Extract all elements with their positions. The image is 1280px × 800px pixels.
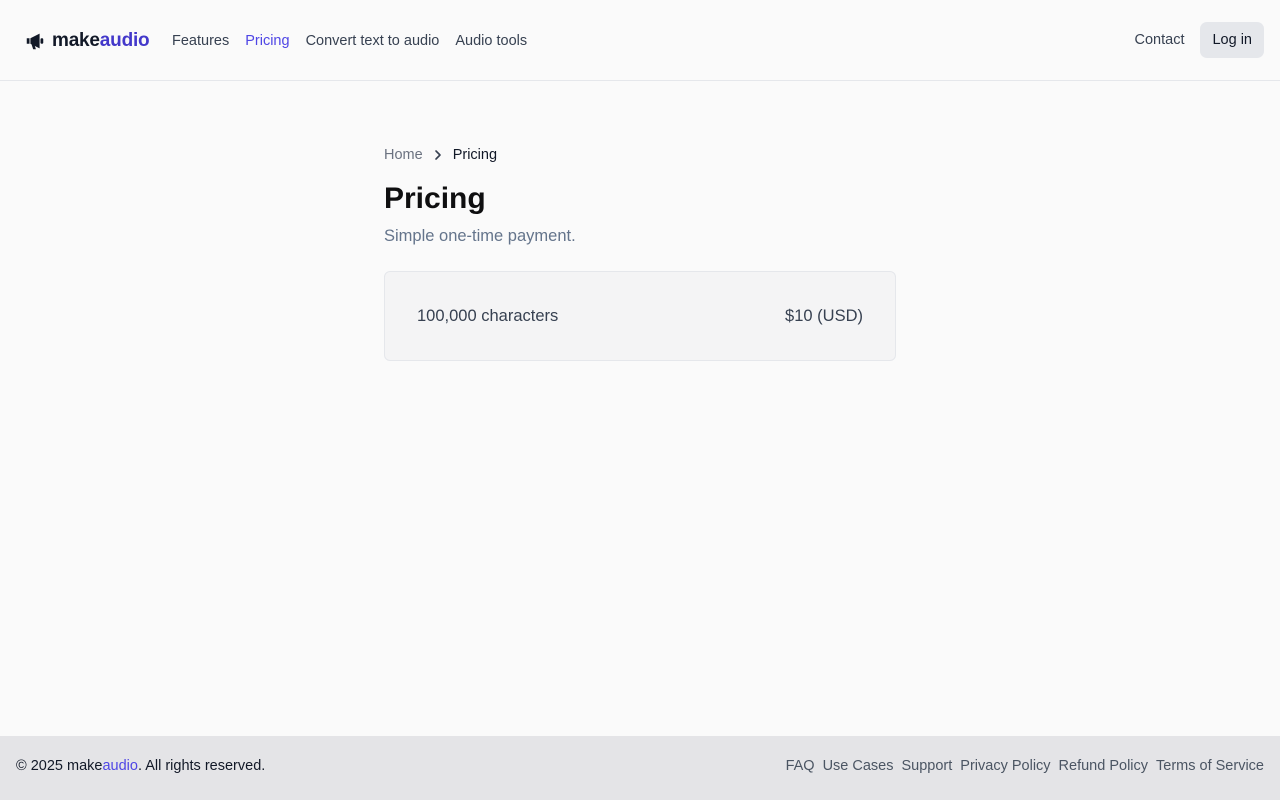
copyright: © 2025 makeaudio. All rights reserved. bbox=[16, 758, 265, 774]
copyright-brand-accent: audio bbox=[102, 758, 138, 774]
login-button[interactable]: Log in bbox=[1200, 22, 1264, 58]
logo-text-main: make bbox=[52, 30, 100, 51]
breadcrumb-current: Pricing bbox=[452, 147, 498, 163]
site-header: makeaudio Features Pricing Convert text … bbox=[0, 0, 1280, 81]
footer-link-support[interactable]: Support bbox=[902, 758, 953, 774]
megaphone-icon bbox=[24, 30, 46, 52]
chevron-right-icon bbox=[431, 148, 445, 162]
copyright-suffix: . All rights reserved. bbox=[137, 758, 266, 774]
logo-text: makeaudio bbox=[52, 30, 150, 52]
page-subtitle: Simple one-time payment. bbox=[384, 227, 576, 245]
copyright-prefix: © 2025 bbox=[16, 758, 67, 774]
nav-features[interactable]: Features bbox=[172, 33, 229, 49]
copyright-brand-main: make bbox=[67, 758, 103, 774]
footer-link-use-cases[interactable]: Use Cases bbox=[823, 758, 894, 774]
footer-links: FAQ Use Cases Support Privacy Policy Ref… bbox=[786, 758, 1264, 774]
footer-link-faq[interactable]: FAQ bbox=[786, 758, 815, 774]
pricing-card: 100,000 characters $10 (USD) bbox=[384, 271, 896, 361]
breadcrumb: Home Pricing bbox=[384, 145, 896, 165]
nav-convert-text-to-audio[interactable]: Convert text to audio bbox=[306, 33, 440, 49]
plan-characters: 100,000 characters bbox=[417, 306, 559, 325]
footer-link-refund-policy[interactable]: Refund Policy bbox=[1059, 758, 1148, 774]
site-footer: © 2025 makeaudio. All rights reserved. F… bbox=[0, 736, 1280, 800]
header-actions: Contact Log in bbox=[1135, 22, 1264, 58]
plan-price: $10 (USD) bbox=[785, 306, 863, 325]
nav-pricing[interactable]: Pricing bbox=[245, 33, 289, 49]
nav-audio-tools[interactable]: Audio tools bbox=[455, 33, 527, 49]
breadcrumb-home[interactable]: Home bbox=[384, 147, 423, 163]
logo[interactable]: makeaudio bbox=[24, 28, 150, 54]
contact-link[interactable]: Contact bbox=[1135, 32, 1185, 48]
main-nav: Features Pricing Convert text to audio A… bbox=[172, 30, 527, 52]
logo-text-accent: audio bbox=[99, 30, 150, 51]
footer-link-privacy-policy[interactable]: Privacy Policy bbox=[960, 758, 1050, 774]
main-content: Home Pricing Pricing Simple one-time pay… bbox=[384, 145, 896, 361]
footer-link-terms-of-service[interactable]: Terms of Service bbox=[1156, 758, 1264, 774]
page-title: Pricing bbox=[384, 182, 486, 215]
